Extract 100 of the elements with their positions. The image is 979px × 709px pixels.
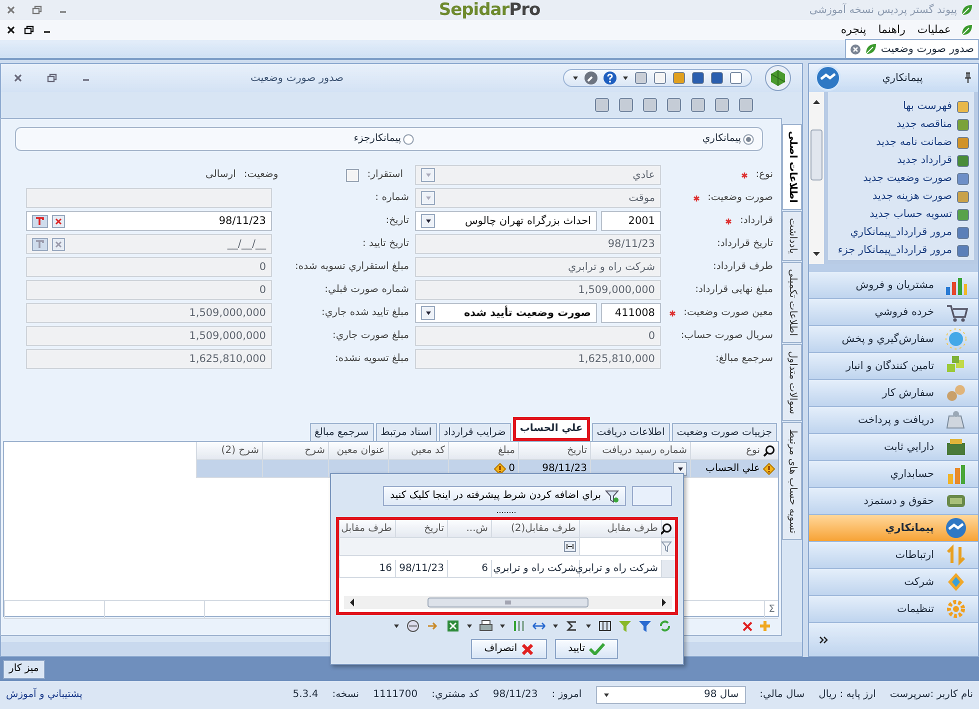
column-header[interactable]: شماره رسید دریافت [590, 442, 690, 460]
module-button[interactable]: دریافت و پرداخت [809, 407, 978, 434]
leaf-logo-icon [864, 43, 877, 55]
side-tab[interactable]: اطلاعات تکمیلی [782, 262, 802, 343]
column-header[interactable]: ش... [447, 520, 491, 538]
caret-icon[interactable] [602, 692, 610, 698]
task-link[interactable]: صورت وضعیت جدید [828, 170, 974, 187]
caret-icon[interactable] [585, 623, 592, 629]
confirm-button[interactable]: تایید [555, 639, 618, 659]
task-link[interactable]: مرور قرارداد_پیمانکار جزء [828, 242, 974, 259]
circle-minus-icon[interactable] [406, 619, 420, 633]
column-header[interactable]: تاریخ [518, 442, 590, 460]
column-header[interactable]: طرف مقابل [579, 520, 661, 538]
module-button[interactable]: حقوق و دستمزد [809, 488, 978, 515]
column-bars-icon[interactable] [512, 619, 526, 633]
module-button[interactable]: حسابداري [809, 461, 978, 488]
close-icon[interactable] [6, 25, 16, 35]
module-button[interactable]: پیمانکاري [809, 515, 978, 542]
module-button[interactable]: تنظیمات [809, 596, 978, 623]
side-tab[interactable]: یادداشت [782, 210, 802, 261]
filter-field[interactable] [632, 486, 672, 506]
caret-icon[interactable] [499, 623, 506, 629]
fiscal-year-select[interactable]: سال 98 [596, 686, 746, 704]
menu-item[interactable]: عملیات [915, 23, 953, 37]
code-field[interactable]: 2001 [601, 211, 661, 231]
task-link[interactable]: صورت هزینه جدید [828, 188, 974, 205]
detail-tab[interactable]: اسناد مرتبط [376, 423, 437, 441]
radio-button[interactable] [743, 134, 754, 144]
module-button[interactable]: سفارش‌گیري و پخش [809, 326, 978, 353]
checkbox[interactable] [346, 168, 360, 182]
filter-operator-icon[interactable] [564, 541, 576, 552]
module-button[interactable]: سفارش کار [809, 380, 978, 407]
vertical-scrollbar[interactable] [809, 92, 824, 264]
search-icon[interactable] [660, 522, 672, 534]
detail-tab[interactable]: جزییات صورت وضعیت [672, 423, 777, 441]
task-link[interactable]: تسویه حساب جدید [828, 206, 974, 223]
dropdown-button[interactable] [421, 306, 435, 320]
filter-icon[interactable] [638, 619, 652, 633]
caret-icon[interactable] [572, 75, 579, 81]
menu-item[interactable]: پنجره [838, 23, 868, 37]
column-header[interactable]: عنوان معین [328, 442, 388, 460]
side-tab[interactable]: اطلاعات اصلی [782, 124, 802, 210]
column-header[interactable]: کد معین [388, 442, 448, 460]
document-tab[interactable]: صدور صورت وضعیت [844, 39, 979, 58]
column-header[interactable]: شرح [262, 442, 328, 460]
delete-icon[interactable] [742, 620, 753, 632]
pin-icon[interactable] [964, 72, 972, 84]
cancel-button[interactable]: انصراف [471, 639, 548, 659]
task-link[interactable]: فهرست بها [828, 98, 974, 115]
radio-button[interactable] [403, 134, 414, 144]
caret-icon[interactable] [622, 75, 629, 81]
clear-icon[interactable] [52, 214, 65, 228]
columns-icon[interactable] [598, 619, 612, 633]
caret-icon[interactable] [552, 623, 559, 629]
detail-tab[interactable]: ضرایب قرارداد [438, 423, 511, 441]
horizontal-scrollbar[interactable] [344, 596, 672, 609]
date-field[interactable]: 98/11/23 [26, 211, 272, 231]
filter-icon[interactable] [661, 541, 672, 552]
side-tab[interactable]: سوالات متداول [782, 344, 802, 421]
column-header[interactable]: شرح (2) [196, 442, 262, 460]
search-icon[interactable] [763, 444, 775, 456]
chevron-icon[interactable] [819, 634, 829, 644]
module-button[interactable]: دارایي ثابت [809, 434, 978, 461]
help-icon[interactable] [603, 71, 617, 85]
detail-tab[interactable]: اطلاعات دریافت [592, 423, 670, 441]
module-button[interactable]: تامین کنندگان و انبار [809, 353, 978, 380]
detail-tab[interactable]: علي الحساب [512, 417, 590, 441]
caret-icon[interactable] [466, 623, 473, 629]
caret-icon[interactable] [393, 623, 400, 629]
detail-tab[interactable]: سرجمع مبالغ [310, 423, 374, 441]
side-tab[interactable]: تسویه حساب های مرتبط [782, 422, 802, 540]
module-button[interactable]: مشتریان و فروش [809, 272, 978, 299]
code-field[interactable]: 411008 [601, 303, 661, 323]
task-link[interactable]: مناقصه جدید [828, 116, 974, 133]
module-button[interactable]: شرکت [809, 569, 978, 596]
refresh-icon[interactable] [658, 619, 672, 633]
support-link[interactable]: پشتیباني و آموزش [6, 689, 82, 701]
column-header[interactable]: طرف مقابل [339, 520, 395, 538]
sum-icon[interactable] [565, 619, 579, 633]
dropdown-button[interactable] [421, 214, 435, 228]
taskbar-button[interactable]: میز کار [3, 660, 45, 678]
dropdown-field[interactable]: احداث بزرگراه تهران چالوس [415, 211, 597, 231]
spreadsheet-icon[interactable] [446, 619, 460, 633]
column-header[interactable]: تاریخ [395, 520, 447, 538]
task-link[interactable]: قرارداد جدید [828, 152, 974, 169]
column-header[interactable]: طرف مقابل(2) [491, 520, 579, 538]
task-link[interactable]: مرور قرارداد_پیمانکاري [828, 224, 974, 241]
filter-input[interactable] [579, 538, 661, 556]
grip-icon[interactable] [497, 511, 517, 514]
calendar-icon[interactable] [32, 214, 48, 228]
column-header[interactable]: نوع [690, 442, 778, 460]
task-link[interactable]: ضمانت نامه جدید [828, 134, 974, 151]
menu-item[interactable]: راهنما [876, 23, 908, 37]
module-button[interactable]: خرده فروشي [809, 299, 978, 326]
module-button[interactable]: ارتباطات [809, 542, 978, 569]
filter-button[interactable]: براي اضافه کردن شرط پیشرفته در اینجا کلیک کنید [383, 486, 626, 506]
restore-icon[interactable] [24, 25, 34, 35]
dropdown-field[interactable]: صورت وضعیت تأیید شده [415, 303, 597, 323]
column-header[interactable]: مبلغ [448, 442, 518, 460]
text-field: 1,625,810,000 [26, 349, 272, 369]
